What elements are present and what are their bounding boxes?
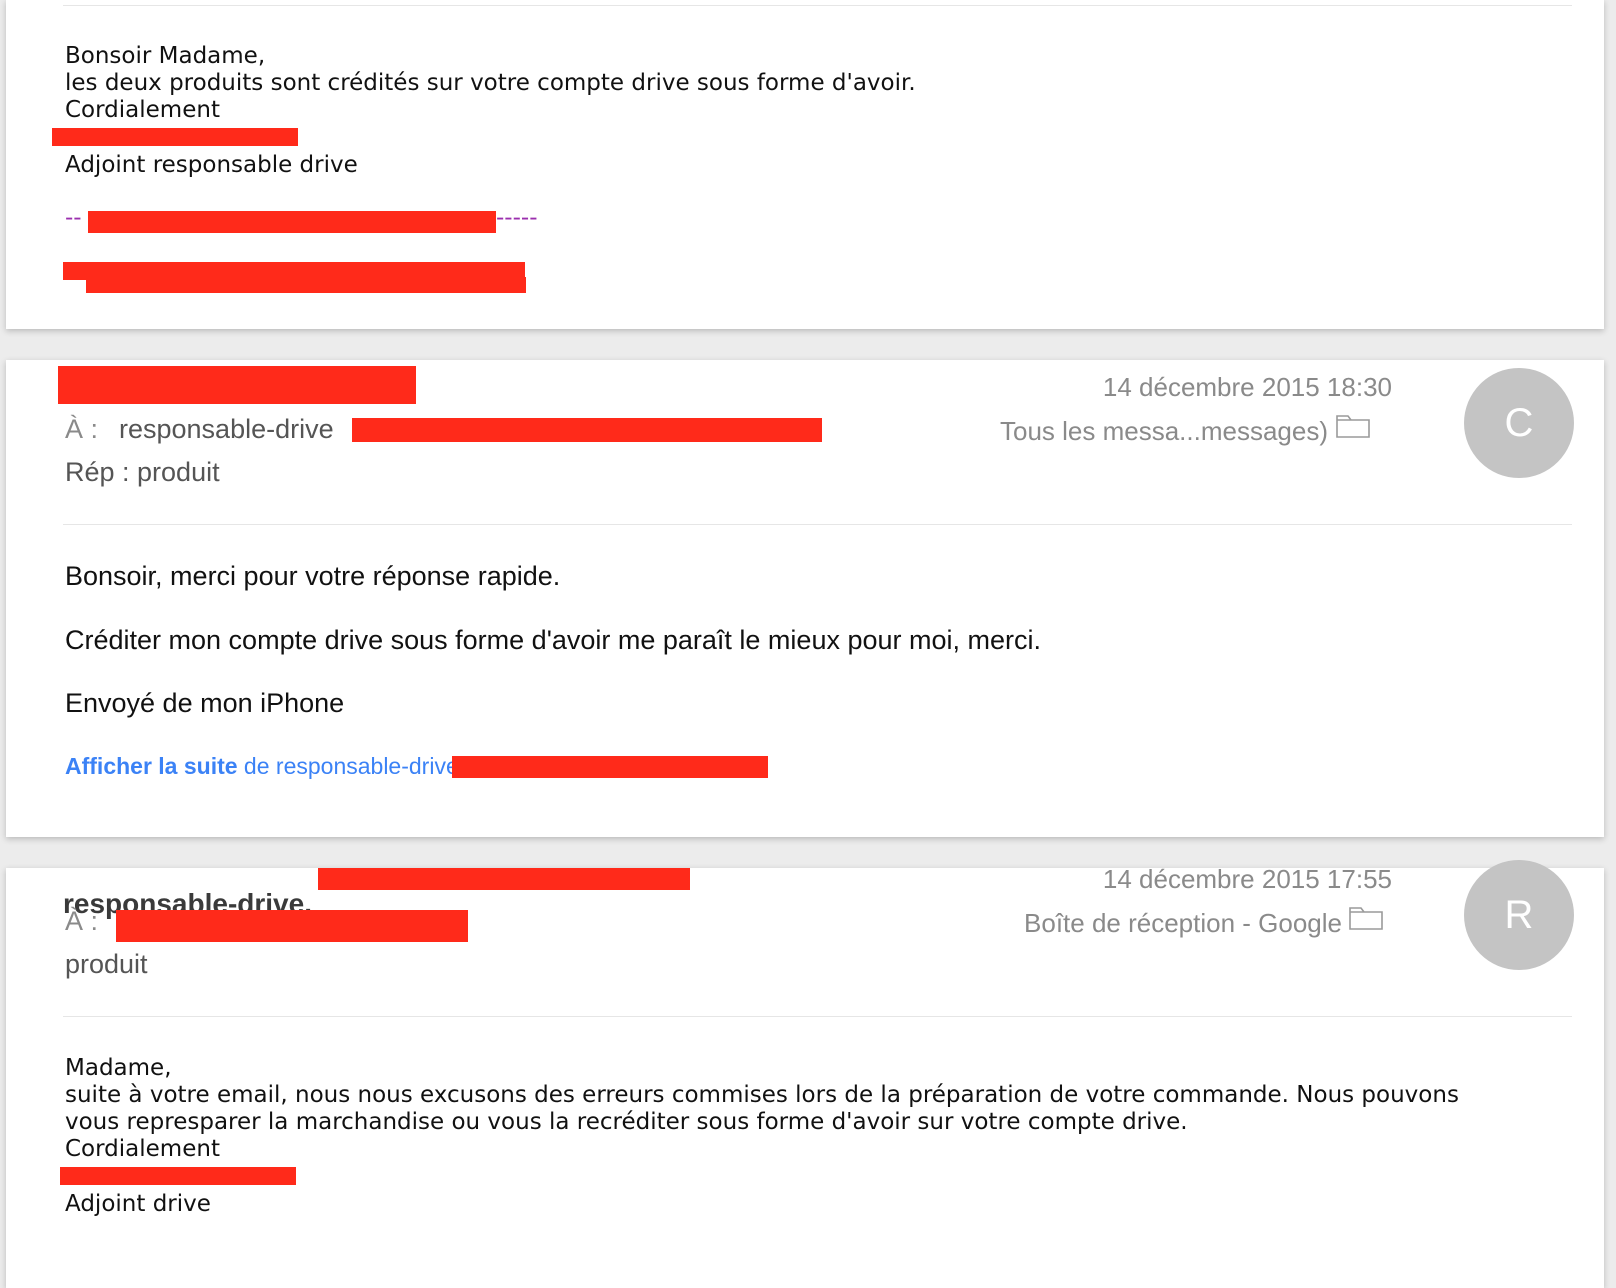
redacted-separator-text: [88, 211, 496, 233]
body-line: Madame,: [65, 1055, 172, 1081]
folder-icon[interactable]: [1336, 412, 1370, 438]
email-subject: produit: [65, 949, 148, 979]
email-message-card[interactable]: À : responsable-drive Rép : produit 14 d…: [6, 360, 1604, 837]
body-line: vous represparer la marchandise ou vous …: [65, 1109, 1188, 1135]
redacted-recipient: [352, 418, 822, 442]
body-line: Cordialement: [65, 1136, 220, 1162]
show-more-source[interactable]: de responsable-drive: [238, 753, 459, 779]
show-more-label[interactable]: Afficher la suite: [65, 753, 238, 779]
body-paragraph: Envoyé de mon iPhone: [65, 688, 345, 718]
redacted-sender: [58, 366, 416, 404]
separator-dashes: -----: [496, 205, 538, 231]
body-paragraph: Bonsoir, merci pour votre réponse rapide…: [65, 561, 561, 591]
redacted-signature-name: [52, 128, 298, 146]
signature-title: Adjoint drive: [65, 1191, 211, 1217]
mailbox-name[interactable]: Boîte de réception - Google: [1024, 908, 1342, 939]
to-label: À :: [65, 906, 99, 936]
recipient-address[interactable]: responsable-drive: [119, 414, 334, 445]
email-date: 14 décembre 2015 17:55: [1102, 864, 1392, 894]
to-label: À :: [65, 414, 99, 444]
show-more-link[interactable]: Afficher la suite de responsable-drive: [65, 753, 459, 780]
body-line: suite à votre email, nous nous excusons …: [65, 1082, 1459, 1108]
body-line: Bonsoir Madame,: [65, 43, 266, 69]
header-divider: [63, 524, 1572, 525]
separator-dashes: --: [65, 205, 82, 231]
body-line: Cordialement: [65, 97, 220, 123]
email-message-card[interactable]: responsable-drive. À : produit 14 décemb…: [6, 860, 1604, 1288]
email-date: 14 décembre 2015 18:30: [1102, 372, 1392, 402]
header-divider: [63, 1016, 1572, 1017]
redacted-source: [452, 756, 768, 778]
redacted-footer-line: [86, 277, 526, 293]
redacted-recipient: [116, 910, 468, 942]
folder-icon[interactable]: [1349, 904, 1383, 930]
header-divider: [63, 5, 1572, 6]
body-line: les deux produits sont crédités sur votr…: [65, 70, 916, 96]
redacted-signature-name: [60, 1167, 296, 1185]
redacted-sender-address: [318, 868, 690, 890]
body-paragraph: Créditer mon compte drive sous forme d'a…: [65, 625, 1042, 655]
signature-title: Adjoint responsable drive: [65, 152, 358, 178]
email-subject: Rép : produit: [65, 457, 220, 487]
sender-avatar: C: [1464, 368, 1574, 478]
sender-avatar: R: [1464, 860, 1574, 970]
mailbox-name[interactable]: Tous les messa...messages): [1000, 416, 1328, 447]
email-message-card: Bonsoir Madame, les deux produits sont c…: [6, 0, 1604, 329]
